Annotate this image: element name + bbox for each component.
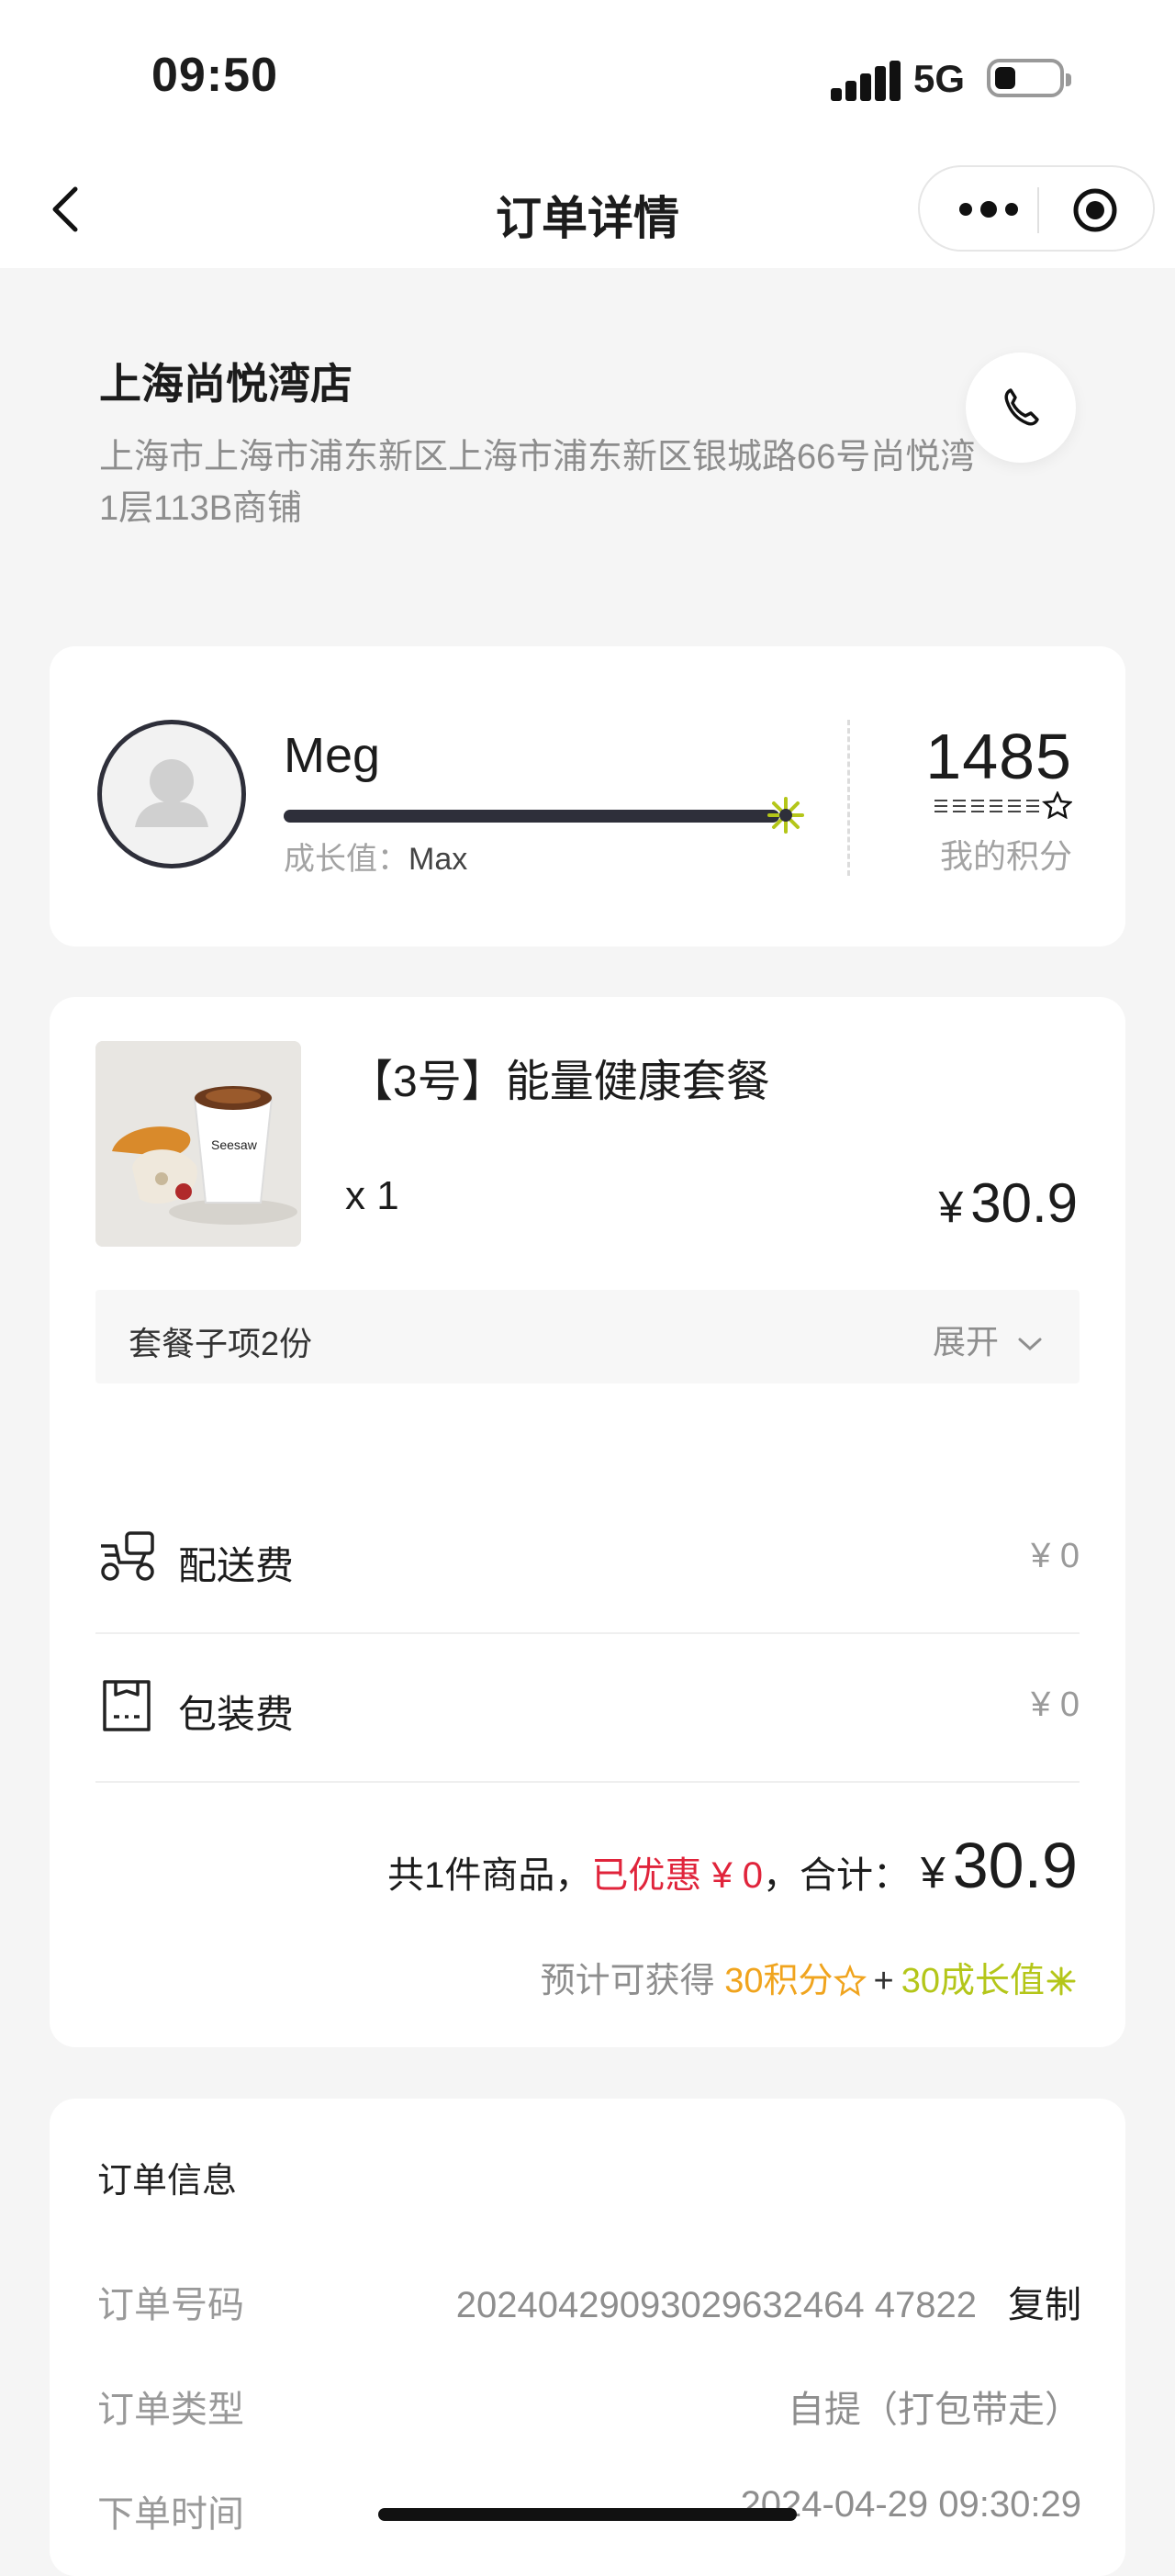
target-icon[interactable] — [1072, 187, 1118, 233]
member-name: Meg — [284, 728, 381, 783]
packaging-fee-value: ¥ 0 — [1031, 1686, 1080, 1724]
earn-prefix: 预计可获得 — [540, 1962, 725, 2000]
order-number-label: 订单号码 — [97, 2285, 244, 2325]
store-address: 上海市上海市浦东新区上海市浦东新区银城路66号尚悦湾1层113B商铺 — [99, 438, 976, 528]
signal-icon — [831, 61, 902, 101]
growth-progress-bar — [284, 810, 779, 823]
call-store-button[interactable] — [966, 353, 1076, 463]
earn-growth: 30成长值 — [901, 1962, 1045, 2000]
points-label: 我的积分 — [939, 837, 1072, 875]
store-name: 上海尚悦湾店 — [99, 360, 352, 408]
delivery-fee-label: 配送费 — [178, 1544, 295, 1587]
order-type-value: 自提（打包带走） — [788, 2390, 1081, 2430]
order-summary: 共1件商品，已优惠 ¥ 0，合计： ¥30.9 — [387, 1829, 1078, 1902]
items-count-text: 共1件商品， — [387, 1855, 592, 1896]
earn-estimate: 预计可获得 30积分 +30成长值 — [541, 1952, 1078, 2002]
growth-value: Max — [408, 842, 468, 877]
product-name: 【3号】能量健康套餐 — [349, 1058, 770, 1106]
growth-label-text: 成长值： — [284, 842, 408, 877]
points-value[interactable]: 1485 — [925, 720, 1072, 793]
growth-star-small-icon — [1045, 1962, 1078, 2000]
member-divider — [847, 720, 850, 876]
network-type: 5G — [913, 57, 966, 100]
expand-button[interactable]: 展开 — [933, 1316, 1043, 1363]
product-quantity: x 1 — [345, 1173, 399, 1218]
expand-label: 展开 — [932, 1323, 999, 1361]
packaging-fee-row: 包装费 ¥ 0 — [95, 1632, 1080, 1783]
capsule-divider — [1037, 187, 1039, 233]
combo-items-label: 套餐子项2份 — [129, 1325, 313, 1362]
phone-icon — [1004, 388, 1039, 426]
delivery-fee-value: ¥ 0 — [1031, 1537, 1080, 1575]
copy-button[interactable]: 复制 — [1008, 2285, 1081, 2325]
earn-points: 30积分 — [724, 1962, 834, 2000]
total-value: 30.9 — [952, 1830, 1078, 1901]
order-type-label: 订单类型 — [97, 2390, 244, 2430]
status-bar: 09:50 5G — [0, 0, 1175, 156]
status-time: 09:50 — [151, 49, 278, 102]
chevron-down-icon — [1018, 1338, 1042, 1351]
points-star-icon — [934, 790, 1074, 820]
growth-label: 成长值：Max — [284, 834, 467, 879]
total-label: ，合计： — [763, 1855, 911, 1896]
points-star-small-icon — [833, 1962, 867, 2000]
product-image: Seesaw — [95, 1041, 301, 1247]
svg-text:Seesaw: Seesaw — [211, 1137, 258, 1152]
package-bag-icon — [95, 1674, 158, 1737]
delivery-scooter-icon — [95, 1526, 158, 1588]
order-info-title: 订单信息 — [97, 2162, 238, 2201]
member-card: Meg 成长值：Max 1485 我的积分 — [50, 646, 1125, 946]
total-currency: ¥ — [921, 1849, 946, 1898]
nav-bar: 订单详情 — [0, 156, 1175, 268]
mini-program-capsule — [918, 165, 1155, 252]
price-value: 30.9 — [970, 1172, 1078, 1234]
order-number-row: 订单号码 20240429093029632464 47822 复制 — [97, 2275, 1081, 2330]
price-currency: ¥ — [938, 1183, 964, 1232]
battery-icon — [987, 59, 1071, 97]
more-dots-icon[interactable] — [957, 196, 1021, 222]
product-price: ¥30.9 — [939, 1171, 1078, 1235]
order-card: Seesaw 【3号】能量健康套餐 x 1 ¥30.9 套餐子项2份 展开 配送… — [50, 997, 1125, 2047]
home-indicator — [378, 2508, 797, 2521]
packaging-fee-label: 包装费 — [178, 1693, 295, 1736]
order-info-card: 订单信息 订单号码 20240429093029632464 47822 复制 订… — [50, 2099, 1125, 2576]
delivery-fee-row: 配送费 ¥ 0 — [95, 1484, 1080, 1634]
earn-plus: + — [873, 1962, 894, 2000]
growth-star-icon — [766, 795, 806, 835]
order-time-label: 下单时间 — [97, 2494, 244, 2535]
order-number-value: 20240429093029632464 47822 — [455, 2285, 977, 2325]
order-type-row: 订单类型 自提（打包带走） — [97, 2380, 1081, 2435]
avatar — [97, 720, 246, 868]
combo-items-row[interactable]: 套餐子项2份 展开 — [95, 1290, 1080, 1383]
order-number-value-wrap: 20240429093029632464 47822 复制 — [456, 2275, 1081, 2328]
discount-text: 已优惠 ¥ 0 — [591, 1855, 764, 1896]
